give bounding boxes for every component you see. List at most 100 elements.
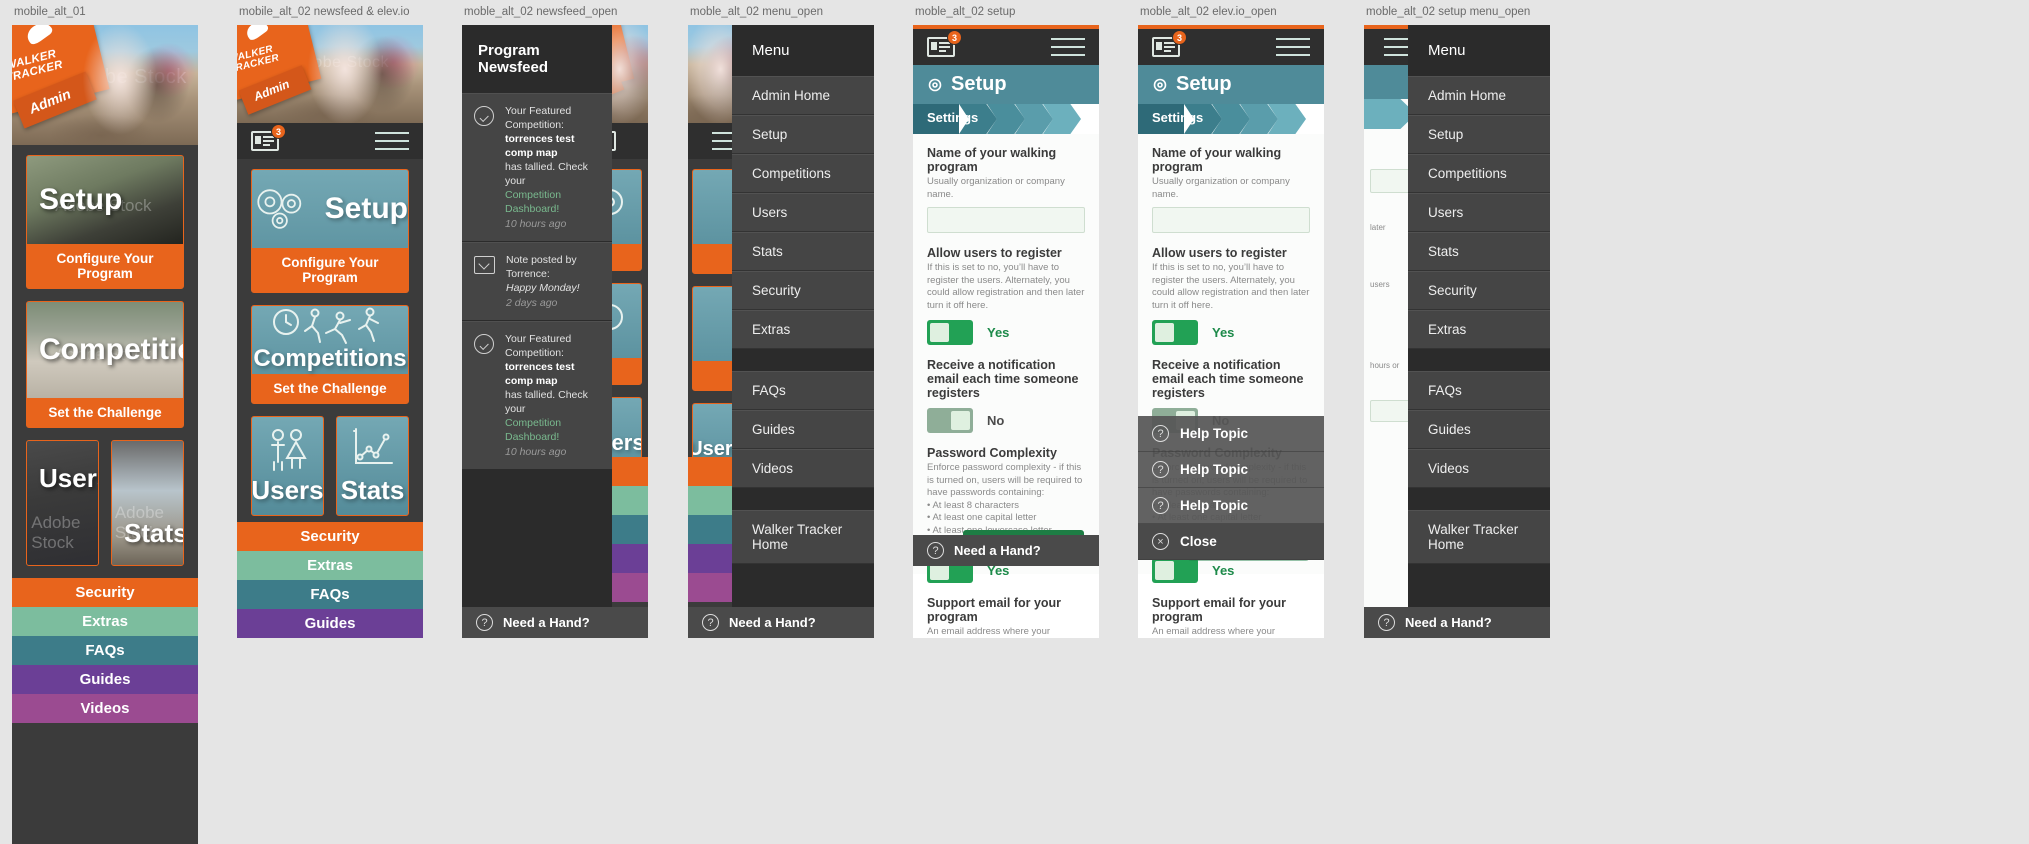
tile-competitions-title: Competitions <box>253 345 407 372</box>
menu-item-stats[interactable]: Stats <box>732 232 874 271</box>
tile-setup-caption: Configure Your Program <box>252 248 408 292</box>
menu-item-admin-home[interactable]: Admin Home <box>732 76 874 115</box>
menu-title: Menu <box>732 25 874 76</box>
menu-item-videos[interactable]: Videos <box>732 449 874 488</box>
newsfeed-icon[interactable]: 3 <box>251 124 286 151</box>
menu-item-competitions[interactable]: Competitions <box>1408 154 1550 193</box>
newsfeed-item[interactable]: Your Featured Competition: torrences tes… <box>462 93 612 242</box>
allow-register-row: Yes <box>1152 320 1310 345</box>
menu-item-walker-tracker-home[interactable]: Walker Tracker Home <box>732 510 874 564</box>
navbar-guides[interactable]: Guides <box>12 665 198 694</box>
menu-item-users[interactable]: Users <box>1408 193 1550 232</box>
elevio-help-topic[interactable]: ? Help Topic <box>1138 488 1324 524</box>
hero-image: Adobe Stock WALKER TRACKER Admin <box>12 25 198 145</box>
tile-setup-body: Setup <box>252 170 408 248</box>
navbar-videos[interactable]: Videos <box>12 694 198 723</box>
menu-item-admin-home[interactable]: Admin Home <box>1408 76 1550 115</box>
field-label-support-email: Support email for your program <box>1152 595 1287 624</box>
menu-item-videos[interactable]: Videos <box>1408 449 1550 488</box>
tile-users[interactable]: Users <box>251 416 324 516</box>
program-name-input[interactable] <box>1152 207 1310 233</box>
menu-item-extras[interactable]: Extras <box>732 310 874 349</box>
panel-label: moble_alt_02 menu_open <box>690 6 823 18</box>
tile-setup[interactable]: Setup Configure Your Program <box>251 169 409 293</box>
menu-item-walker-tracker-home[interactable]: Walker Tracker Home <box>1408 510 1550 564</box>
newsfeed-icon[interactable]: 3 <box>1152 30 1187 57</box>
navbar-faqs[interactable]: FAQs <box>237 580 423 609</box>
tile-stats[interactable]: Adobe Stock Stats <box>111 440 184 566</box>
app-topbar: 3 <box>237 123 423 159</box>
menu-title: Menu <box>1408 25 1550 76</box>
menu-item-faqs[interactable]: FAQs <box>1408 371 1550 410</box>
menu-item-setup[interactable]: Setup <box>1408 115 1550 154</box>
menu-item-users[interactable]: Users <box>732 193 874 232</box>
hamburger-icon[interactable] <box>1384 38 1410 56</box>
tile-setup-caption: Configure Your Program <box>27 244 183 288</box>
inbox-icon <box>474 256 495 274</box>
hamburger-icon[interactable] <box>375 132 409 150</box>
tile-competitions-body: Competitions <box>252 306 408 374</box>
panel-label: moble_alt_02 newsfeed_open <box>464 6 618 18</box>
navbar-guides[interactable]: Guides <box>237 609 423 638</box>
menu-item-security[interactable]: Security <box>732 271 874 310</box>
need-a-hand-footer[interactable]: ? Need a Hand? <box>688 607 874 638</box>
tile-users[interactable]: Adobe Stock Users <box>26 440 99 566</box>
menu-item-setup[interactable]: Setup <box>732 115 874 154</box>
breadcrumb-settings[interactable]: Settings <box>1138 104 1203 134</box>
need-a-hand-footer[interactable]: ? Need a Hand? <box>1364 607 1550 638</box>
setup-form: Name of your walking program Usually org… <box>913 134 1099 637</box>
program-name-input[interactable] <box>927 207 1085 233</box>
navbar-faqs[interactable]: FAQs <box>12 636 198 665</box>
elevio-help-topic[interactable]: ? Help Topic <box>1138 452 1324 488</box>
menu-item-guides[interactable]: Guides <box>1408 410 1550 449</box>
newsfeed-icon[interactable]: 3 <box>927 30 962 57</box>
hamburger-icon[interactable] <box>1051 38 1085 56</box>
panel-setup: moble_alt_02 setup 3 Setup Settings Name… <box>913 0 1113 638</box>
tile-stats[interactable]: Stats <box>336 416 409 516</box>
hamburger-icon[interactable] <box>1276 38 1310 56</box>
newsfeed-item-link[interactable]: Competition Dashboard! <box>505 189 561 215</box>
newsfeed-item-link[interactable]: Competition Dashboard! <box>505 417 561 443</box>
allow-register-toggle[interactable] <box>1152 320 1198 345</box>
allow-register-state: Yes <box>1212 325 1235 340</box>
field-label-notify-email: Receive a notification email each time s… <box>927 358 1079 400</box>
walker-tracker-logo[interactable]: WALKER TRACKER <box>237 25 322 101</box>
need-a-hand-footer[interactable]: ? Need a Hand? <box>462 607 648 638</box>
panel-menu-open: moble_alt_02 menu_open Users <box>688 0 888 638</box>
newsfeed-item-time: 2 days ago <box>506 297 558 309</box>
navbar-extras[interactable]: Extras <box>12 607 198 636</box>
menu-item-faqs[interactable]: FAQs <box>732 371 874 410</box>
question-circle-icon: ? <box>1152 425 1169 442</box>
menu-item-guides[interactable]: Guides <box>732 410 874 449</box>
admin-badge-label: Admin <box>251 76 292 104</box>
need-a-hand-label: Need a Hand? <box>954 543 1041 558</box>
tile-competitions[interactable]: Adobe Stock Competitions Set the Challen… <box>26 301 184 428</box>
tile-row-users-stats: Users Stats <box>251 416 409 516</box>
phone-frame: later users hours or Menu Admin Home Set… <box>1364 25 1550 638</box>
newsfeed-item[interactable]: Your Featured Competition: torrences tes… <box>462 321 612 470</box>
elevio-close[interactable]: × Close <box>1138 524 1324 560</box>
tile-setup[interactable]: Adobe Stock Setup Configure Your Program <box>26 155 184 289</box>
menu-item-extras[interactable]: Extras <box>1408 310 1550 349</box>
menu-item-competitions[interactable]: Competitions <box>732 154 874 193</box>
tile-stats-title: Stats <box>340 474 405 505</box>
elevio-help-topic[interactable]: ? Help Topic <box>1138 416 1324 452</box>
password-complexity-toggle[interactable] <box>1152 557 1198 583</box>
navbar-security[interactable]: Security <box>12 578 198 607</box>
menu-item-stats[interactable]: Stats <box>1408 232 1550 271</box>
need-a-hand-label: Need a Hand? <box>1405 615 1492 630</box>
logo-line2: TRACKER <box>12 58 65 85</box>
tile-competitions[interactable]: Competitions Set the Challenge <box>251 305 409 404</box>
newsfeed-item[interactable]: Note posted by Torrence: Happy Monday! 2… <box>462 242 612 321</box>
admin-badge-label: Admin <box>26 85 73 117</box>
navbar-security[interactable]: Security <box>237 522 423 551</box>
breadcrumb-settings[interactable]: Settings <box>913 104 978 134</box>
walker-tracker-logo[interactable]: WALKER TRACKER <box>12 25 110 115</box>
menu-item-security[interactable]: Security <box>1408 271 1550 310</box>
gear-icon <box>1153 78 1167 91</box>
need-a-hand-footer[interactable]: ? Need a Hand? <box>913 535 1099 566</box>
field-label-notify-email: Receive a notification email each time s… <box>1152 358 1304 400</box>
allow-register-toggle[interactable] <box>927 320 973 345</box>
notify-email-toggle[interactable] <box>927 408 973 433</box>
navbar-extras[interactable]: Extras <box>237 551 423 580</box>
